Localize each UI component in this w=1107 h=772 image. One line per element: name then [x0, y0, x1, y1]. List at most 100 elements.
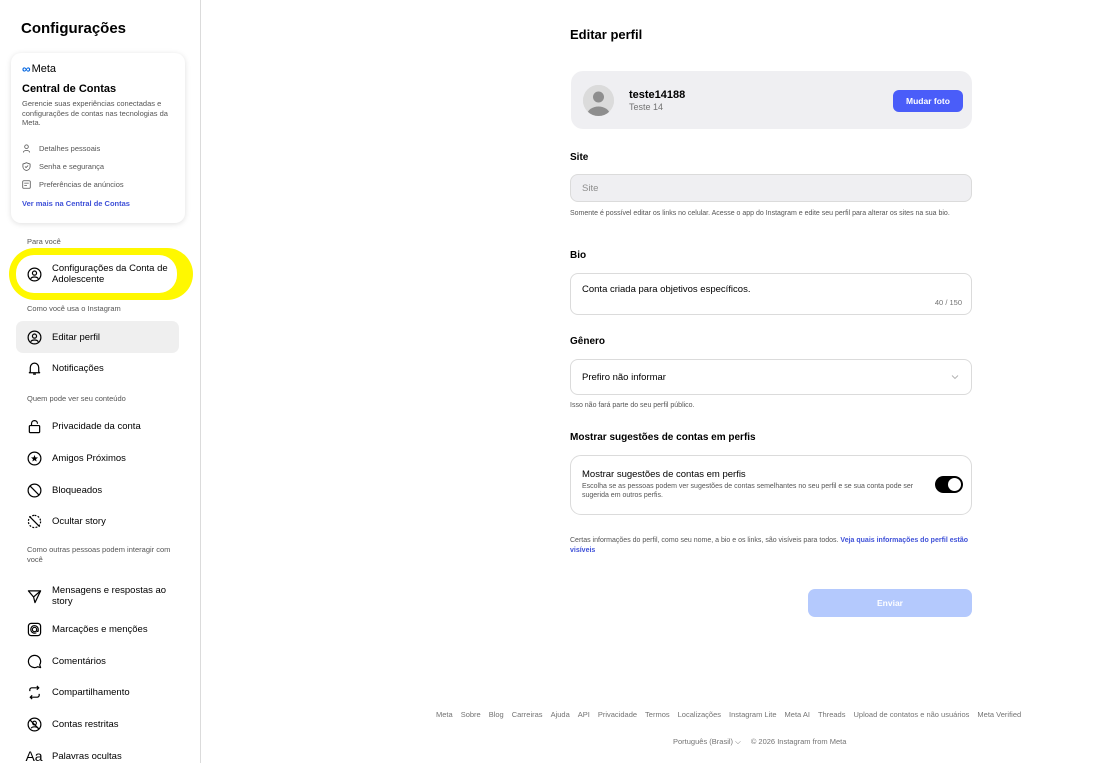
sidebar-item-label: Contas restritas [52, 718, 119, 730]
sidebar-item-hidden-words[interactable]: Aa Palavras ocultas [16, 740, 179, 772]
profile-username: teste14188 [629, 89, 686, 101]
repost-icon [28, 685, 40, 699]
bio-value: Conta criada para objetivos específicos. [582, 284, 751, 295]
visibility-info-text: Certas informações do perfil, como seu n… [570, 537, 839, 544]
sidebar-item-label: Privacidade da conta [52, 420, 141, 432]
site-input[interactable]: Site [570, 174, 972, 202]
meta-logo: ∞ Meta [22, 62, 56, 76]
footer-link[interactable]: Sobre [461, 710, 481, 719]
accounts-center-title: Central de Contas [22, 83, 117, 95]
shield-icon [22, 162, 31, 171]
language-selector[interactable]: Português (Brasil) ⌵ [673, 737, 741, 747]
footer-link[interactable]: Upload de contatos e não usuários [853, 710, 969, 719]
teen-account-icon [27, 267, 41, 281]
star-circle-icon [27, 451, 41, 465]
gender-help-text: Isso não fará parte do seu perfil públic… [570, 402, 695, 409]
sidebar-item-label: Editar perfil [52, 331, 101, 343]
text-aa-icon: Aa [25, 748, 43, 764]
mention-icon [27, 622, 41, 636]
section-who-can-see: Quem pode ver seu conteúdo [27, 394, 126, 403]
profile-circle-icon [27, 330, 41, 344]
gender-select[interactable]: Prefiro não informar [570, 359, 972, 395]
site-label: Site [570, 152, 589, 163]
bio-textarea[interactable]: Conta criada para objetivos específicos.… [570, 273, 972, 315]
section-how-others: Como outras pessoas podem interagir com … [27, 545, 171, 564]
accounts-item-security[interactable]: Senha e segurança [22, 162, 104, 171]
sidebar-item-restricted[interactable]: Contas restritas [16, 708, 179, 740]
page-title: Editar perfil [570, 27, 643, 42]
sidebar-item-tags[interactable]: Marcações e menções [16, 613, 179, 645]
sidebar-item-label: Ocultar story [52, 515, 106, 527]
section-how-you-use: Como você usa o Instagram [27, 304, 121, 313]
meta-brand-text: Meta [31, 63, 57, 75]
footer-link[interactable]: Meta [436, 710, 453, 719]
profile-full-name: Teste 14 [629, 102, 664, 112]
sidebar-item-label: Mensagens e respostas ao story [52, 585, 167, 607]
footer-link[interactable]: Localizações [678, 710, 721, 719]
bio-label: Bio [570, 250, 587, 261]
sidebar-item-messages[interactable]: Mensagens e respostas ao story [16, 580, 179, 612]
avatar[interactable] [583, 85, 614, 116]
sidebar-item-label: Configurações da Conta de Adolescente [52, 263, 168, 285]
suggestions-toggle[interactable] [935, 476, 963, 493]
accounts-item-label: Detalhes pessoais [39, 144, 101, 153]
footer-link[interactable]: Instagram Lite [729, 710, 777, 719]
footer-link[interactable]: Threads [818, 710, 846, 719]
settings-sidebar: Configurações ∞ Meta Central de Contas G… [0, 0, 201, 764]
footer-link[interactable]: Blog [489, 710, 504, 719]
chevron-down-icon [951, 375, 959, 380]
footer-link[interactable]: Carreiras [512, 710, 543, 719]
sidebar-item-notifications[interactable]: Notificações [16, 352, 179, 384]
sidebar-item-label: Palavras ocultas [52, 750, 122, 762]
sidebar-item-close-friends[interactable]: Amigos Próximos [16, 442, 179, 474]
suggestions-description: Escolha se as pessoas podem ver sugestõe… [582, 483, 914, 499]
sidebar-item-label: Marcações e menções [52, 623, 148, 635]
sidebar-item-privacy[interactable]: Privacidade da conta [16, 410, 179, 442]
gender-label: Gênero [570, 336, 606, 347]
sidebar-item-comments[interactable]: Comentários [16, 645, 179, 677]
suggestions-title: Mostrar sugestões de contas em perfis [582, 469, 746, 480]
sidebar-item-blocked[interactable]: Bloqueados [16, 474, 179, 506]
bio-char-count: 40 / 150 [934, 298, 962, 307]
sidebar-item-label: Bloqueados [52, 484, 103, 496]
hide-story-icon [27, 514, 41, 528]
footer-link[interactable]: API [578, 710, 590, 719]
sidebar-item-teen-settings[interactable]: Configurações da Conta de Adolescente [16, 258, 179, 290]
copyright-text: © 2026 Instagram from Meta [750, 737, 847, 746]
footer-link[interactable]: Termos [645, 710, 670, 719]
footer-link[interactable]: Ajuda [551, 710, 570, 719]
accounts-item-ads[interactable]: Preferências de anúncios [22, 180, 124, 189]
sidebar-title: Configurações [21, 20, 127, 37]
accounts-center-link[interactable]: Ver mais na Central de Contas [22, 199, 130, 208]
restricted-icon [27, 717, 41, 731]
accounts-item-label: Preferências de anúncios [39, 180, 124, 189]
sidebar-item-hide-story[interactable]: Ocultar story [16, 505, 179, 537]
default-avatar-icon [583, 85, 614, 116]
sidebar-item-label: Amigos Próximos [52, 452, 126, 464]
send-icon [27, 589, 41, 603]
sidebar-item-label: Notificações [52, 362, 104, 374]
suggestions-label: Mostrar sugestões de contas em perfis [570, 432, 756, 443]
accounts-center-description: Gerencie suas experiências conectadas e … [22, 99, 168, 127]
accounts-center-card[interactable]: ∞ Meta Central de Contas Gerencie suas e… [11, 53, 185, 223]
site-help-text: Somente é possível editar os links no ce… [570, 210, 950, 217]
footer-link[interactable]: Meta AI [785, 710, 810, 719]
ad-icon [22, 180, 31, 189]
accounts-item-personal[interactable]: Detalhes pessoais [22, 144, 100, 153]
person-icon [22, 144, 31, 153]
sidebar-item-edit-profile[interactable]: Editar perfil [16, 321, 179, 353]
lock-icon [28, 419, 40, 433]
change-photo-button[interactable]: Mudar foto [893, 90, 963, 112]
submit-button[interactable]: Enviar [808, 589, 972, 617]
footer-bottom: Português (Brasil) ⌵ © 2026 Instagram fr… [673, 737, 846, 747]
comment-icon [27, 654, 41, 668]
sidebar-item-sharing[interactable]: Compartilhamento [16, 676, 179, 708]
sidebar-item-label: Compartilhamento [52, 686, 130, 698]
section-for-you: Para você [27, 237, 61, 246]
block-icon [27, 483, 41, 497]
suggestions-card: Mostrar sugestões de contas em perfis Es… [570, 455, 972, 515]
footer-link[interactable]: Meta Verified [977, 710, 1021, 719]
footer-link[interactable]: Privacidade [598, 710, 637, 719]
bell-icon [28, 362, 40, 375]
visibility-info: Certas informações do perfil, como seu n… [570, 536, 970, 555]
